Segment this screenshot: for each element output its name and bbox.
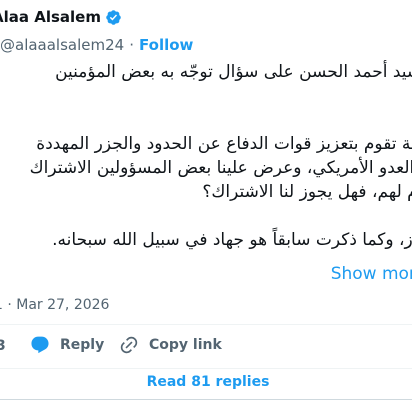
divider [0, 324, 412, 325]
read-replies-label: Read 81 replies [146, 374, 270, 390]
reply-label: Reply [60, 337, 105, 353]
divider [0, 399, 412, 400]
copy-link-button[interactable]: Copy link [119, 335, 222, 355]
author-handle[interactable]: @alaaalsalem24 [0, 36, 124, 54]
like-count[interactable]: 3 [0, 338, 6, 354]
tweet-line: السيد أحمد الحسن على سؤال توجّه به بعض ا… [55, 62, 412, 82]
divider [0, 368, 412, 369]
reply-button[interactable]: Reply [30, 335, 104, 355]
tweet-timestamp[interactable]: 1 · Mar 27, 2026 [0, 297, 109, 313]
tweet-text: السيد أحمد الحسن على سؤال توجّه به بعض ا… [0, 60, 412, 252]
link-icon [120, 336, 138, 354]
author-name[interactable]: Alaa Alsalem [0, 8, 101, 26]
tweet-line: دولة تقوم بتعزيز قوات الدفاع عن الحدود و… [36, 134, 412, 154]
separator-dot: · [129, 36, 134, 54]
follow-button[interactable]: Follow [139, 36, 193, 54]
tweet-line: مام لهم، فهل يجوز لنا الاشتراك؟ [202, 182, 412, 202]
copy-link-label: Copy link [149, 337, 222, 353]
tweet-line: ل العدو الأمريكي، وعرض علينا بعض المسؤول… [29, 158, 412, 178]
verified-badge-icon [106, 9, 121, 25]
read-replies-button[interactable]: Read 81 replies [0, 374, 412, 394]
tweet-line: جوز، وكما ذكرت سابقاً هو جهاد في سبيل ال… [52, 230, 412, 250]
author-name-row[interactable]: Alaa Alsalem [0, 8, 122, 26]
author-handle-row: @alaaalsalem24 · Follow [0, 36, 193, 54]
tweet-header: Alaa Alsalem @alaaalsalem24 · Follow [0, 6, 412, 56]
show-more-link[interactable]: Show more [331, 264, 412, 284]
reply-icon [31, 336, 49, 354]
